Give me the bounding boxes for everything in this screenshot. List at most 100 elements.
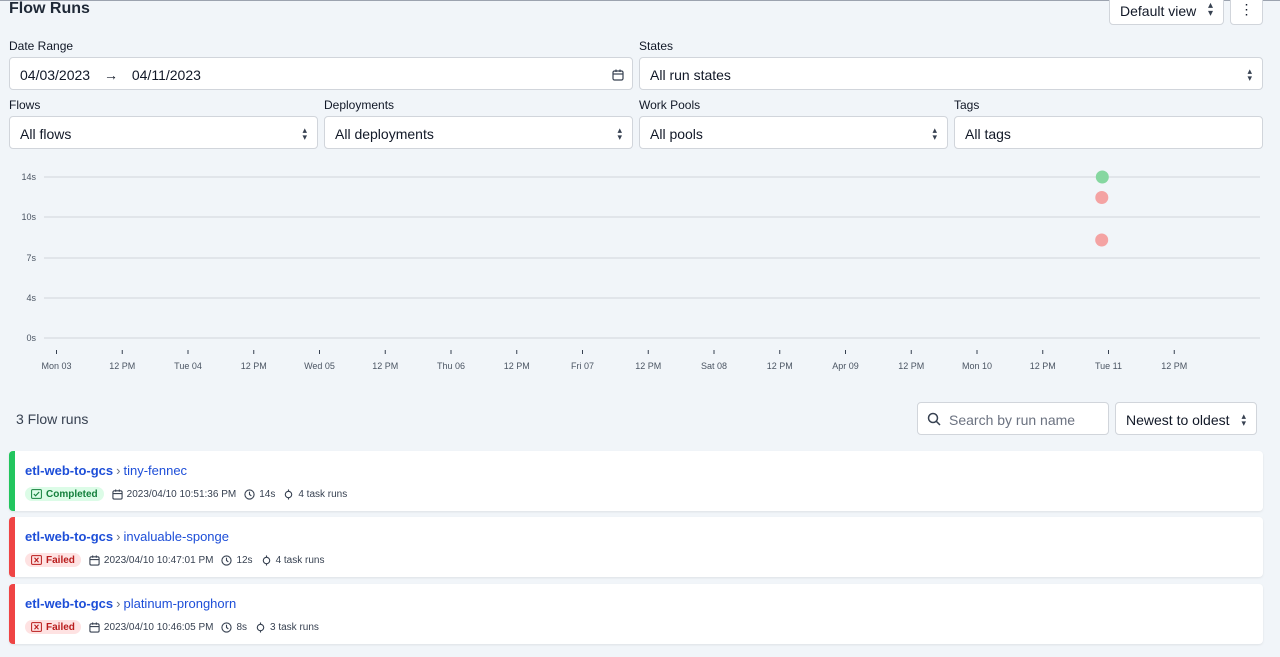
task-runs-text: 4 task runs (298, 488, 348, 500)
x-tick-label: 12 PM (767, 361, 793, 371)
arrow-right-icon: → (103, 67, 118, 83)
run-name-link[interactable]: tiny-fennec (123, 463, 187, 478)
clock-icon (244, 488, 255, 500)
date-range-input[interactable]: 04/03/2023 → 04/11/2023 (9, 57, 633, 90)
tags-input[interactable]: All tags (954, 116, 1263, 149)
check-square-icon (31, 489, 42, 499)
start-time: 2023/04/10 10:51:36 PM (112, 489, 236, 500)
flow-name-link[interactable]: etl-web-to-gcs (25, 596, 113, 611)
date-range-start: 04/03/2023 (20, 67, 91, 83)
start-time-text: 2023/04/10 10:46:05 PM (103, 621, 214, 633)
x-tick-label: Apr 09 (832, 361, 859, 371)
run-name-link[interactable]: invaluable-sponge (123, 529, 229, 544)
page-title: Flow Runs (9, 0, 90, 17)
state-label: Failed (46, 621, 75, 633)
clock-icon (221, 554, 233, 566)
x-tick-label: 12 PM (1030, 361, 1056, 371)
duration-text: 14s (259, 488, 276, 500)
run-point[interactable] (1095, 233, 1109, 247)
x-square-icon (31, 622, 42, 632)
start-time: 2023/04/10 10:47:01 PM (89, 554, 214, 566)
chevron-right-icon: › (116, 463, 121, 478)
chevron-updown-icon: ▴ ▾ (932, 125, 937, 142)
x-tick-label: Thu 06 (437, 361, 465, 371)
duration-text: 8s (236, 621, 247, 633)
calendar-icon (89, 621, 100, 633)
clock-icon (221, 621, 233, 633)
x-tick-label: Mon 10 (962, 361, 992, 371)
chevron-updown-icon: ▴ ▾ (1247, 66, 1252, 83)
chevron-updown-icon: ▴ ▾ (302, 125, 307, 142)
run-name-link[interactable]: platinum-pronghorn (123, 596, 236, 611)
x-square-icon (31, 555, 42, 565)
x-tick-label: 12 PM (635, 361, 661, 371)
x-tick-label: Fri 07 (571, 361, 594, 371)
tags-label: Tags (954, 98, 980, 112)
search-icon (927, 412, 941, 429)
deployments-label: Deployments (324, 98, 395, 112)
x-tick-label: Sat 08 (701, 361, 727, 371)
flow-run-count: 3 Flow runs (16, 411, 89, 427)
flow-name-link[interactable]: etl-web-to-gcs (25, 463, 113, 478)
view-select[interactable]: Default view ▴ ▾ (1109, 0, 1224, 25)
top-border (0, 0, 1280, 1)
task-run-icon (256, 621, 265, 633)
work-pools-label: Work Pools (639, 98, 701, 112)
run-point[interactable] (1095, 170, 1109, 184)
x-tick-label: 12 PM (109, 361, 135, 371)
more-menu-button[interactable]: ⋮ (1230, 0, 1263, 25)
states-select[interactable]: All run states ▴ ▾ (639, 57, 1263, 90)
deployments-select[interactable]: All deployments ▴ ▾ (324, 116, 633, 149)
x-tick-label: Wed 05 (304, 361, 335, 371)
run-point[interactable] (1095, 191, 1109, 204)
x-tick-label: 12 PM (504, 361, 530, 371)
sort-value: Newest to oldest (1126, 412, 1230, 428)
flow-run-card[interactable]: etl-web-to-gcs › invaluable-sponge Failed … (9, 517, 1263, 577)
flow-run-card[interactable]: etl-web-to-gcs › platinum-pronghorn Failed… (9, 584, 1263, 644)
duration: 8s (221, 622, 247, 633)
task-run-icon (285, 488, 293, 500)
flow-runs-scatter-chart: 14s 10s 7s 4s 0s Mon 03 12 PM Tue 04 12 PM Wed 05… (21, 170, 1260, 371)
state-label: Completed (46, 488, 98, 500)
task-runs-text: 4 task runs (275, 554, 325, 566)
chevron-right-icon: › (116, 596, 121, 611)
task-runs: 4 task runs (283, 489, 347, 500)
flow-run-title: etl-web-to-gcs › platinum-pronghorn (25, 596, 236, 611)
search-input[interactable]: Search by run name (917, 402, 1109, 435)
x-tick-label: Tue 04 (174, 361, 202, 371)
y-tick-label: 0s (26, 333, 36, 343)
x-tick-label: 12 PM (372, 361, 398, 371)
state-badge: Completed (25, 487, 104, 501)
flows-select[interactable]: All flows ▴ ▾ (9, 116, 318, 149)
chevron-right-icon: › (116, 529, 121, 544)
calendar-icon (89, 554, 100, 566)
x-tick-label: Tue 11 (1095, 361, 1122, 371)
state-badge: Failed (25, 620, 81, 634)
duration: 12s (221, 554, 253, 566)
view-select-label: Default view (1120, 3, 1197, 19)
flow-name-link[interactable]: etl-web-to-gcs (25, 529, 113, 544)
flow-run-card[interactable]: etl-web-to-gcs › tiny-fennec Completed 202… (9, 451, 1263, 511)
x-tick-label: 12 PM (1161, 361, 1187, 371)
work-pools-select[interactable]: All pools ▴ ▾ (639, 116, 948, 149)
x-tick-label: 12 PM (898, 361, 924, 371)
task-run-icon (262, 554, 270, 566)
calendar-icon[interactable] (612, 68, 624, 84)
chevron-updown-icon: ▴ ▾ (617, 125, 622, 142)
start-time: 2023/04/10 10:46:05 PM (89, 621, 214, 633)
states-label: States (639, 39, 674, 53)
start-time-text: 2023/04/10 10:47:01 PM (103, 554, 214, 566)
y-tick-label: 4s (26, 293, 36, 303)
y-tick-label: 10s (21, 212, 36, 222)
x-tick-label: Mon 03 (41, 361, 71, 371)
states-value: All run states (650, 67, 731, 83)
date-range-end: 04/11/2023 (131, 67, 201, 83)
flow-run-meta: Failed 2023/04/10 10:46:05 PM 8s 3 task … (25, 620, 327, 634)
sort-select[interactable]: Newest to oldest ▴ ▾ (1115, 402, 1257, 435)
chevron-updown-icon: ▴ ▾ (1207, 0, 1213, 19)
state-label: Failed (46, 554, 75, 566)
y-tick-label: 7s (26, 253, 36, 263)
flows-value: All flows (20, 126, 72, 142)
flow-run-meta: Completed 2023/04/10 10:51:36 PM 14s 4 t… (25, 487, 355, 501)
task-runs: 4 task runs (261, 554, 325, 566)
